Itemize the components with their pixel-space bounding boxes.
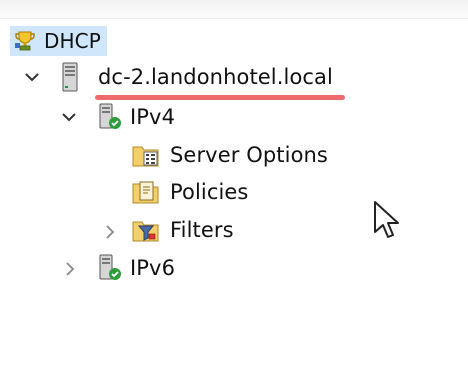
server-icon [56, 62, 84, 92]
tree-node-ipv6[interactable]: IPv6 [96, 251, 175, 285]
filters-icon [132, 216, 160, 244]
tree-node-server[interactable]: dc-2.landonhotel.local [56, 60, 333, 94]
chevron-right-icon[interactable] [60, 259, 80, 279]
tree-node-label: IPv6 [130, 256, 176, 280]
tree-node-policies[interactable]: Policies [132, 175, 248, 209]
mouse-pointer-icon [372, 200, 402, 246]
policies-icon [132, 178, 160, 206]
tree-node-filters[interactable]: Filters [132, 213, 234, 247]
tree-node-label: Policies [170, 180, 249, 204]
ipv4-server-check-icon [96, 103, 124, 131]
chevron-right-icon[interactable] [100, 222, 120, 242]
tree-node-dhcp[interactable]: DHCP [10, 24, 107, 58]
tree-node-label: DHCP [44, 29, 101, 53]
tree-node-label: Filters [170, 218, 234, 242]
tree-node-ipv4[interactable]: IPv4 [96, 100, 175, 134]
ipv6-server-check-icon [96, 254, 124, 282]
chevron-down-icon[interactable] [22, 67, 42, 87]
dhcp-trophy-icon [12, 28, 38, 54]
tree-node-label: Server Options [170, 143, 328, 167]
server-options-icon [132, 141, 160, 169]
selected-highlight: DHCP [10, 26, 107, 56]
console-tree: DHCP dc-2.landonhotel.local IPv4 Server … [0, 0, 468, 368]
tree-node-label: IPv4 [130, 105, 176, 129]
chevron-down-icon[interactable] [59, 107, 79, 127]
tree-node-label: dc-2.landonhotel.local [98, 65, 333, 89]
tree-node-server-options[interactable]: Server Options [132, 138, 328, 172]
